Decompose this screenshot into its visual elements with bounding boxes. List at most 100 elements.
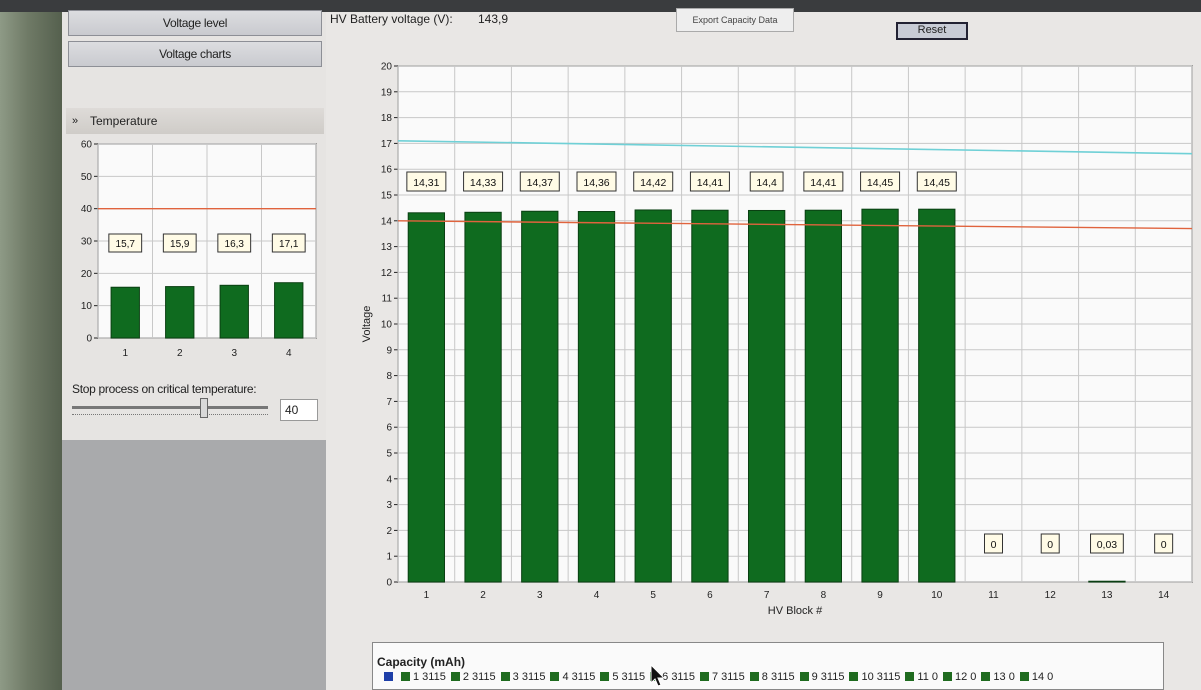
x-tick-label: 10: [931, 590, 943, 601]
bar: [165, 286, 195, 339]
value-label: 14,41: [810, 177, 836, 189]
x-tick-label: 14: [1158, 590, 1170, 601]
y-tick-label: 12: [381, 268, 393, 279]
value-label: 17,1: [279, 239, 299, 250]
legend-entry: 4 3115: [562, 671, 596, 683]
legend-swatch: [799, 672, 809, 681]
x-tick-label: 2: [480, 590, 486, 601]
legend-entry: 11 0: [917, 671, 938, 683]
monitor-bezel: [0, 12, 62, 690]
bar: [1088, 580, 1126, 583]
y-tick-label: 17: [381, 139, 393, 150]
x-tick-label: 8: [821, 590, 827, 601]
value-label: 14,45: [924, 177, 950, 189]
x-tick-label: 1: [424, 590, 430, 601]
legend-swatch: [981, 672, 991, 681]
value-label: 0: [991, 539, 997, 551]
y-axis-label: Voltage: [361, 306, 373, 343]
y-tick-label: 20: [81, 269, 93, 280]
x-tick-label: 12: [1045, 590, 1057, 601]
y-tick-label: 18: [381, 113, 393, 124]
y-tick-label: 14: [381, 216, 393, 227]
legend-swatch: [600, 672, 610, 681]
hv-battery-voltage-label: HV Battery voltage (V):: [330, 12, 453, 26]
legend-entry: 14 0: [1031, 671, 1054, 683]
critical-temperature-input[interactable]: 40: [280, 399, 318, 421]
legend-swatch: [450, 672, 460, 681]
y-tick-label: 16: [381, 165, 393, 176]
legend-swatch: [550, 672, 560, 681]
collapse-chevron-icon[interactable]: »: [72, 108, 78, 134]
y-tick-label: 0: [386, 578, 392, 589]
value-label: 14,31: [413, 177, 439, 189]
y-tick-label: 7: [386, 397, 392, 408]
y-tick-label: 0: [86, 334, 92, 345]
value-label: 14,36: [583, 177, 609, 189]
legend-swatch: [401, 672, 410, 681]
legend-swatch: [384, 672, 393, 681]
left-panel: Voltage level Voltage charts » Temperatu…: [62, 10, 326, 690]
value-label: 0: [1161, 539, 1167, 551]
x-tick-label: 2: [177, 348, 183, 359]
value-label: 14,41: [697, 177, 723, 189]
y-tick-label: 10: [381, 320, 393, 331]
y-tick-label: 6: [386, 423, 392, 434]
bar: [918, 208, 956, 583]
export-capacity-data-button[interactable]: Export Capacity Data: [676, 8, 794, 32]
critical-temperature-slider-track[interactable]: [72, 406, 268, 409]
value-label: 0,03: [1097, 539, 1118, 551]
legend-swatch: [699, 672, 709, 681]
temperature-chart: 0 10 20 30 40 50 60 1 15,7 2 15,9 3 16,3 4 17,1: [81, 140, 317, 359]
value-label: 15,7: [116, 239, 136, 250]
bar: [691, 209, 729, 583]
y-tick-label: 40: [81, 204, 93, 215]
temperature-section-header[interactable]: » Temperature: [66, 108, 324, 134]
legend-entry: 2 3115: [462, 671, 496, 683]
x-tick-label: 4: [286, 348, 292, 359]
x-tick-label: 3: [537, 590, 543, 601]
bar: [407, 212, 446, 583]
y-tick-label: 10: [81, 301, 93, 312]
left-panel-content: Voltage level Voltage charts » Temperatu…: [62, 10, 326, 440]
mouse-cursor-icon: [650, 664, 666, 687]
legend-entry: 13 0: [993, 671, 1015, 683]
legend-swatch: [749, 672, 759, 681]
legend-swatch: [1019, 672, 1029, 681]
legend-swatch: [905, 672, 915, 681]
x-tick-label: 13: [1101, 590, 1113, 601]
y-tick-label: 15: [381, 191, 393, 202]
value-label: 14,33: [470, 177, 496, 189]
voltage-level-button[interactable]: Voltage level: [68, 10, 322, 36]
value-label: 0: [1047, 539, 1053, 551]
y-tick-label: 30: [81, 237, 93, 248]
hv-battery-voltage-value: 143,9: [478, 12, 509, 26]
stop-process-label: Stop process on critical temperature:: [72, 382, 257, 396]
bar: [464, 211, 502, 583]
bar: [804, 209, 843, 583]
y-tick-label: 60: [81, 140, 93, 151]
y-tick-label: 19: [381, 87, 393, 98]
bar: [219, 284, 249, 339]
value-label: 14,42: [640, 177, 666, 189]
bar: [861, 208, 899, 583]
legend-entry: 3 3115: [512, 671, 546, 683]
reset-button[interactable]: Reset: [896, 22, 968, 40]
bar: [747, 209, 786, 583]
x-tick-label: 6: [707, 590, 713, 601]
value-label: 14,4: [756, 177, 777, 189]
legend-swatch: [849, 672, 859, 681]
critical-temperature-slider-thumb[interactable]: [200, 398, 208, 418]
legend-entry: 8 3115: [761, 671, 795, 683]
x-tick-label: 4: [594, 590, 600, 601]
y-tick-label: 8: [386, 371, 392, 382]
slider-ticks: [72, 414, 268, 420]
bar: [577, 211, 616, 583]
y-tick-label: 13: [381, 242, 393, 253]
value-label: 14,45: [867, 177, 893, 189]
legend-entry: 7 3115: [711, 671, 745, 683]
legend-title: Capacity (mAh): [377, 655, 466, 669]
voltage-charts-button[interactable]: Voltage charts: [68, 41, 322, 67]
legend-entries: 1 3115 2 3115 3 3115 4 3115 5 3115 6 3115 7 31…: [379, 671, 1159, 683]
value-label: 14,37: [527, 177, 553, 189]
main-panel: HV Battery voltage (V): 143,9 Export Cap…: [326, 8, 1201, 690]
